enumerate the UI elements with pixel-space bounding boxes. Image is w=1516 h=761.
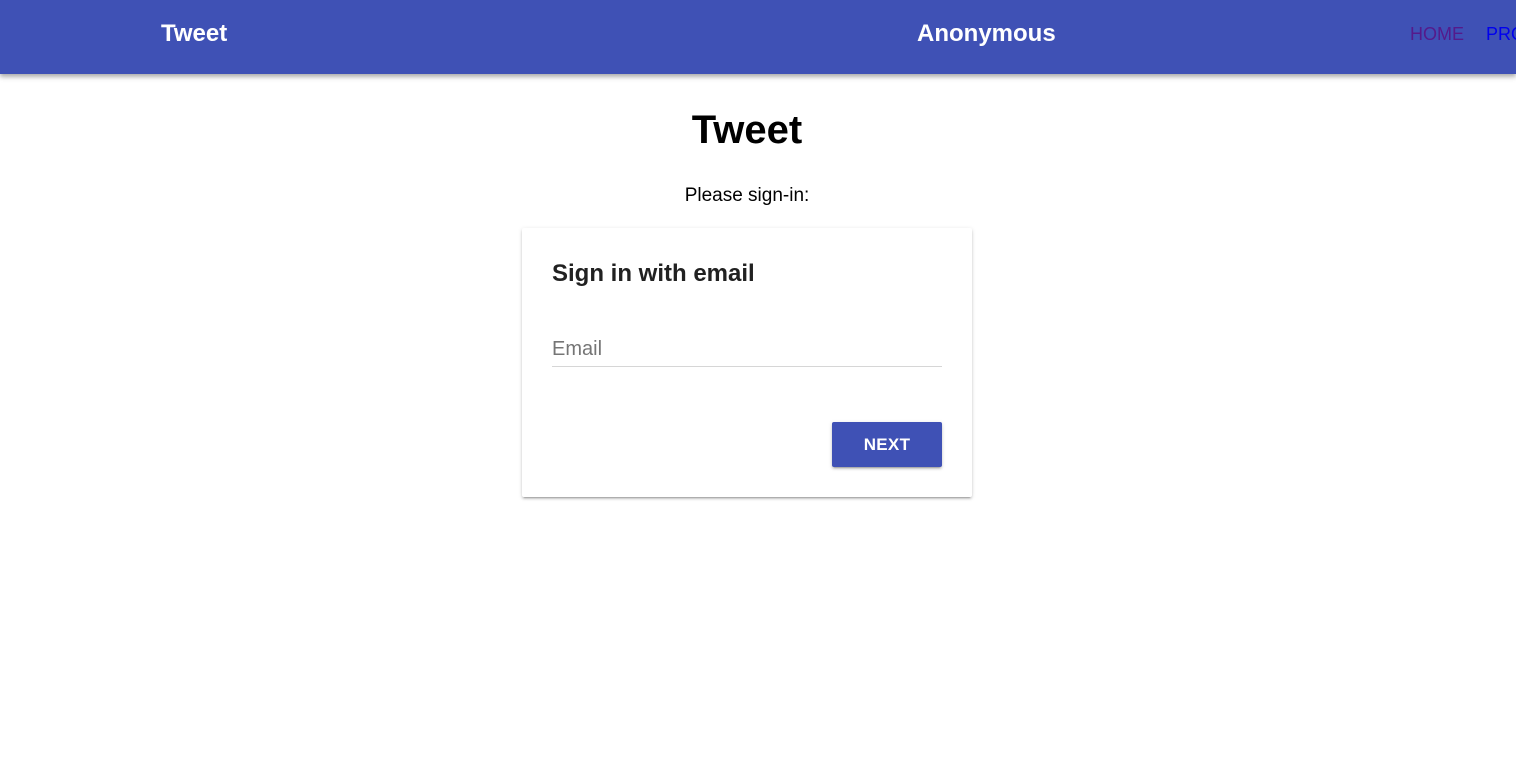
user-name: Anonymous — [917, 20, 1056, 47]
nav-link-profile[interactable]: PRO — [1486, 23, 1516, 45]
signin-card: Sign in with email NEXT — [522, 228, 972, 497]
app-bar: Tweet Anonymous HOME PRO — [0, 0, 1516, 74]
next-button[interactable]: NEXT — [832, 422, 942, 467]
brand-link[interactable]: Tweet — [161, 19, 227, 49]
signin-card-title: Sign in with email — [552, 260, 755, 287]
page-title: Tweet — [691, 108, 803, 152]
email-input[interactable] — [552, 332, 942, 366]
signin-prompt: Please sign-in: — [684, 185, 810, 206]
email-field — [552, 332, 942, 367]
nav-link-home[interactable]: HOME — [1410, 23, 1464, 45]
